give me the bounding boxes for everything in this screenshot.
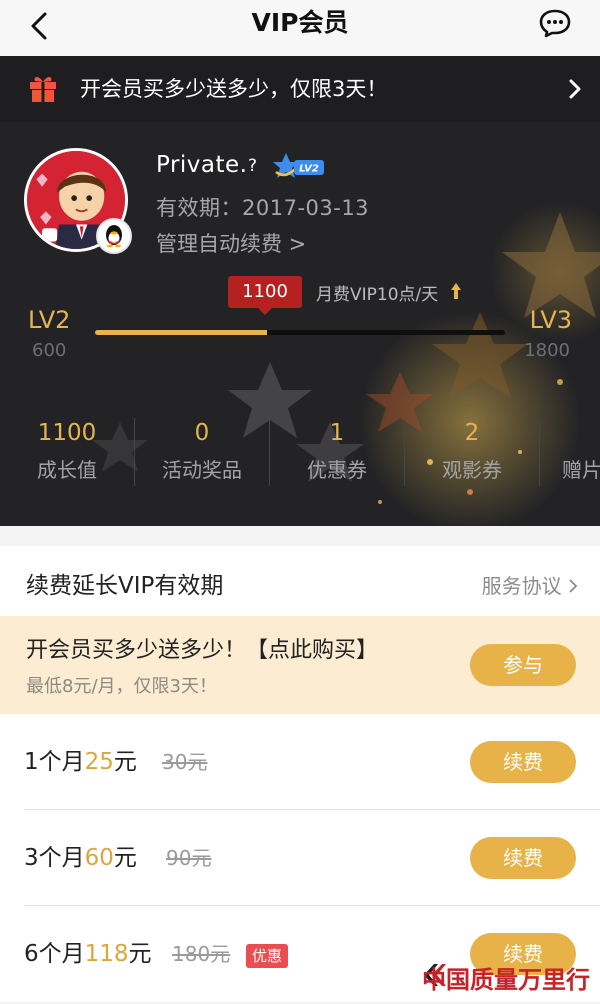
stat-label: 活动奖品: [162, 458, 242, 482]
service-agreement-link[interactable]: 服务协议: [482, 546, 578, 626]
stat-value: [540, 416, 600, 450]
renew-button[interactable]: 续费: [470, 741, 576, 783]
next-level-threshold: 1800: [524, 340, 570, 361]
navigation-bar: VIP会员: [0, 0, 600, 56]
help-icon[interactable]: ?: [248, 156, 257, 176]
stat-gift-films[interactable]: 赠片: [540, 416, 600, 490]
growth-progress-bar: [95, 330, 505, 335]
next-level: LV3: [529, 306, 572, 334]
current-level: LV2: [28, 306, 71, 334]
plan-price: 60: [84, 845, 114, 871]
stat-prizes[interactable]: 0 活动奖品: [135, 416, 269, 490]
promo-banner[interactable]: 开会员买多少送多少，仅限3天！: [0, 56, 600, 122]
plan-description: 1个月25元: [24, 714, 137, 810]
chevron-right-icon[interactable]: [568, 78, 582, 100]
renew-section-header: 续费延长VIP有效期 服务协议: [0, 546, 600, 616]
discount-tag: 优惠: [246, 944, 289, 968]
chevron-right-icon: [569, 579, 578, 593]
stat-movie-tickets[interactable]: 2 观影券: [405, 416, 539, 490]
service-agreement-label: 服务协议: [481, 574, 562, 598]
current-level-threshold: 600: [32, 340, 67, 361]
stat-label: 优惠券: [307, 458, 367, 482]
plan-original-price: 180元: [172, 942, 231, 966]
qq-penguin-icon: [96, 218, 132, 254]
gift-icon: [30, 77, 56, 102]
stat-value: 0: [194, 420, 210, 446]
vip-header: Private. ? LV2 有效期：2017-03-13 管理自动续费 > 1…: [0, 122, 600, 526]
plan-price-unit: 元: [113, 845, 137, 871]
offer-subtitle: 最低8元/月，仅限3天！: [26, 676, 217, 697]
stats-row: 1100 成长值 0 活动奖品 1 优惠券 2 观影券 赠片: [0, 416, 600, 490]
plan-price-unit: 元: [113, 749, 137, 775]
username: Private.: [156, 152, 248, 178]
plan-description: 3个月60元: [24, 810, 137, 906]
stat-value: 2: [464, 420, 480, 446]
stat-label: 观影券: [442, 458, 502, 482]
renew-section-title: 续费延长VIP有效期: [26, 573, 224, 599]
plan-description: 6个月118元: [24, 906, 152, 1002]
renew-button[interactable]: 续费: [470, 837, 576, 879]
plan-original-price: 30元: [162, 750, 208, 774]
plan-price: 25: [84, 749, 114, 775]
plan-row: 1个月25元 30元 续费: [0, 714, 600, 810]
plan-duration: 6个月: [24, 941, 85, 967]
monthly-fee-text: 月费VIP10点/天: [316, 285, 439, 305]
plan-price-unit: 元: [128, 941, 152, 967]
offer-banner[interactable]: 开会员买多少送多少！【点此购买】 最低8元/月，仅限3天！ 参与: [0, 616, 600, 714]
vip-level-badge-text: LV2: [299, 164, 319, 175]
promo-text: 开会员买多少送多少，仅限3天！: [80, 77, 388, 101]
expiry-date: 有效期：2017-03-13: [156, 196, 370, 220]
stat-label: 赠片: [562, 458, 600, 482]
growth-progress-fill: [95, 330, 268, 335]
plan-row: 3个月60元 90元 续费: [0, 810, 600, 906]
chat-bubble-icon[interactable]: [538, 8, 572, 38]
growth-value-tooltip: 1100: [228, 276, 302, 308]
manage-auto-renew-link[interactable]: 管理自动续费 >: [156, 228, 306, 258]
stat-value: 1100: [37, 420, 97, 446]
up-arrow-icon: [451, 283, 461, 299]
stat-value: 1: [329, 420, 345, 446]
plan-duration: 1个月: [24, 749, 85, 775]
watermark-text: 中国质量万里行: [422, 965, 590, 994]
plan-price: 118: [84, 941, 129, 967]
stat-growth[interactable]: 1100 成长值: [0, 416, 134, 490]
plan-original-price: 90元: [166, 846, 212, 870]
plan-duration: 3个月: [24, 845, 85, 871]
offer-title: 开会员买多少送多少！【点此购买】: [26, 638, 379, 663]
vip-level-badge: LV2: [272, 152, 326, 180]
tooltip-pointer: [258, 308, 272, 315]
page-title: VIP会员: [251, 8, 349, 37]
join-button[interactable]: 参与: [470, 644, 576, 686]
stat-label: 成长值: [37, 458, 97, 482]
stat-coupons[interactable]: 1 优惠券: [270, 416, 404, 490]
